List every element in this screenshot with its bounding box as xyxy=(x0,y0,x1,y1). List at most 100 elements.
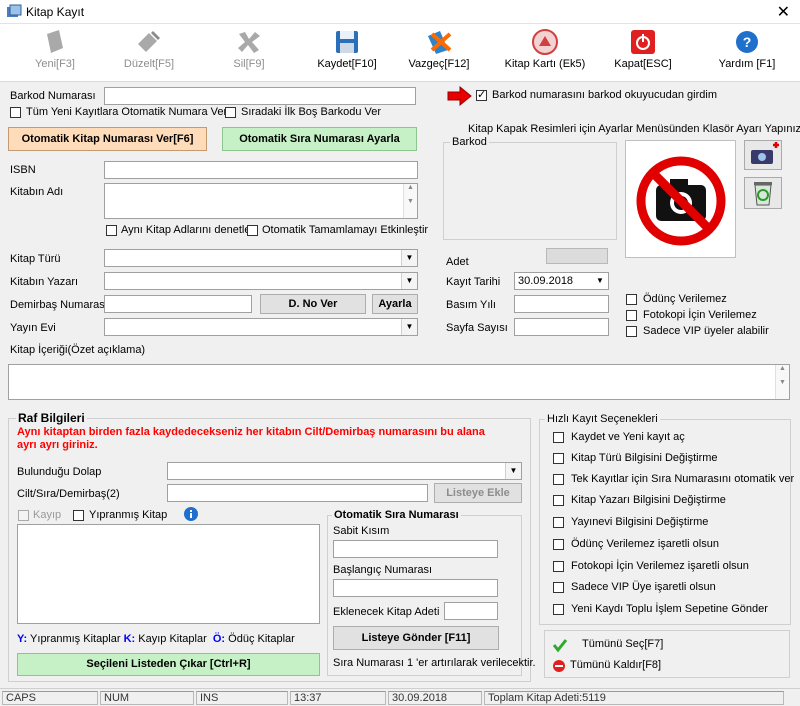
no-copy-label: Fotokopi İçin Verilemez xyxy=(643,309,757,321)
quick-option-checkbox[interactable] xyxy=(553,495,564,506)
print-year-input[interactable] xyxy=(514,295,609,313)
recycle-bin-icon xyxy=(754,182,772,206)
quick-option-label: Kaydet ve Yeni kayıt aç xyxy=(571,431,685,443)
quick-option-checkbox[interactable] xyxy=(553,517,564,528)
camera-add-icon xyxy=(751,142,779,164)
quick-option-checkbox[interactable] xyxy=(553,582,564,593)
quick-option-checkbox[interactable] xyxy=(553,561,564,572)
chevron-down-icon: ▼ xyxy=(401,250,417,266)
book-type-select[interactable]: ▼ xyxy=(104,249,418,267)
title-bar: Kitap Kayıt ✕ xyxy=(0,0,800,24)
delete-icon xyxy=(238,32,260,53)
cancel-button[interactable]: Vazgeç[F12] xyxy=(394,28,484,80)
edit-icon xyxy=(138,31,160,52)
remove-icon xyxy=(553,660,565,672)
next-empty-barcode-checkbox[interactable] xyxy=(225,107,236,118)
content-textarea[interactable]: ▲ ▼ xyxy=(8,364,790,400)
isbn-input[interactable] xyxy=(104,161,418,179)
info-icon[interactable] xyxy=(183,506,199,522)
no-lend-checkbox[interactable] xyxy=(626,294,637,305)
no-copy-checkbox[interactable] xyxy=(626,310,637,321)
new-label: Yeni[F3] xyxy=(35,58,75,70)
close-button[interactable]: Kapat[ESC] xyxy=(598,28,688,80)
add-to-list-button[interactable]: Listeye Ekle xyxy=(434,483,522,503)
book-count-input[interactable] xyxy=(444,602,498,620)
content-scrollbar[interactable]: ▲ ▼ xyxy=(775,365,789,399)
quick-option-checkbox[interactable] xyxy=(553,474,564,485)
status-total: Toplam Kitap Adeti:5119 xyxy=(484,691,784,705)
help-label: Yardım [F1] xyxy=(718,58,776,70)
worn-label: Yıpranmış Kitap xyxy=(89,509,168,521)
arrow-right-icon xyxy=(447,86,472,106)
status-ins: INS xyxy=(196,691,288,705)
isbn-label: ISBN xyxy=(10,164,36,176)
chevron-down-icon: ▼ xyxy=(401,319,417,335)
check-same-title-checkbox[interactable] xyxy=(106,225,117,236)
app-icon xyxy=(7,4,22,17)
shelf-warning: Aynı kitaptan birden fazla kaydedeceksen… xyxy=(17,426,485,451)
help-icon: ? xyxy=(736,31,758,53)
cabinet-select[interactable]: ▼ xyxy=(167,462,522,480)
remove-selected-button[interactable]: Seçileni Listeden Çıkar [Ctrl+R] xyxy=(17,653,320,676)
publisher-select[interactable]: ▼ xyxy=(104,318,418,336)
content-label: Kitap İçeriği(Özet açıklama) xyxy=(10,344,146,356)
barcode-input[interactable] xyxy=(104,87,416,105)
adjust-button[interactable]: Ayarla xyxy=(372,294,418,314)
quick-option-label: Yayınevi Bilgisini Değiştirme xyxy=(571,516,709,528)
title-input[interactable]: ▲ ▼ xyxy=(104,183,418,219)
delete-photo-button[interactable] xyxy=(744,177,782,209)
auto-sequence-button[interactable]: Otomatik Sıra Numarası Ayarla xyxy=(222,127,417,151)
add-photo-button[interactable] xyxy=(744,140,782,170)
volume-list[interactable] xyxy=(17,524,320,624)
barcode-label: Barkod Numarası xyxy=(10,90,96,102)
d-no-button[interactable]: D. No Ver xyxy=(260,294,366,314)
chevron-down-icon: ▼ xyxy=(505,463,521,479)
book-card-button[interactable]: Kitap Kartı (Ek5) xyxy=(500,28,590,80)
legend-k: Kayıp Kitaplar xyxy=(138,633,207,645)
quick-option-checkbox[interactable] xyxy=(553,453,564,464)
auto-book-number-button[interactable]: Otomatik Kitap Numarası Ver[F6] xyxy=(8,127,207,151)
auto-number-all-label: Tüm Yeni Kayıtlara Otomatik Numara Ver xyxy=(26,106,228,118)
volume-input[interactable] xyxy=(167,484,428,502)
vip-only-checkbox[interactable] xyxy=(626,326,637,337)
autocomplete-label: Otomatik Tamamlamayı Etkinleştir xyxy=(262,224,429,236)
cabinet-label: Bulunduğu Dolap xyxy=(17,466,102,478)
legend-y-key: Y: xyxy=(17,633,28,645)
pages-input[interactable] xyxy=(514,318,609,336)
pages-label: Sayfa Sayısı xyxy=(446,322,508,334)
chevron-down-icon: ▼ xyxy=(592,273,608,289)
count-field xyxy=(546,248,608,264)
edit-button[interactable]: Düzelt[F5] xyxy=(104,28,194,80)
start-number-input[interactable] xyxy=(333,579,498,597)
worn-checkbox[interactable] xyxy=(73,510,84,521)
date-picker[interactable]: 30.09.2018 ▼ xyxy=(514,272,609,290)
new-icon xyxy=(47,30,63,53)
inventory-input[interactable] xyxy=(104,295,252,313)
auto-number-all-checkbox[interactable] xyxy=(10,107,21,118)
quick-option-label: Sadece VIP Üye işaretli olsun xyxy=(571,581,716,593)
edit-label: Düzelt[F5] xyxy=(123,58,175,70)
lost-checkbox[interactable] xyxy=(18,510,29,521)
next-empty-barcode-label: Sıradaki İlk Boş Barkodu Ver xyxy=(241,106,382,118)
help-button[interactable]: ? Yardım [F1] xyxy=(702,28,792,80)
title-scrollbar[interactable]: ▲ ▼ xyxy=(403,184,417,218)
quick-option-checkbox[interactable] xyxy=(553,539,564,550)
author-select[interactable]: ▼ xyxy=(104,272,418,290)
quick-option-label: Yeni Kaydı Toplu İşlem Sepetine Gönder xyxy=(571,603,768,615)
save-label: Kaydet[F10] xyxy=(317,58,377,70)
start-number-label: Başlangıç Numarası xyxy=(333,564,433,576)
check-same-title-label: Aynı Kitap Adlarını denetle xyxy=(121,224,251,236)
autocomplete-checkbox[interactable] xyxy=(247,225,258,236)
save-button[interactable]: Kaydet[F10] xyxy=(302,28,392,80)
quick-option-label: Tek Kayıtlar için Sıra Numarasını otomat… xyxy=(571,473,795,485)
send-to-list-button[interactable]: Listeye Gönder [F11] xyxy=(333,626,499,650)
new-button[interactable]: Yeni[F3] xyxy=(10,28,100,80)
fixed-part-input[interactable] xyxy=(333,540,498,558)
quick-option-checkbox[interactable] xyxy=(553,432,564,443)
delete-button[interactable]: Sil[F9] xyxy=(204,28,294,80)
auto-seq-title: Otomatik Sıra Numarası xyxy=(332,509,461,521)
quick-option-checkbox[interactable] xyxy=(553,604,564,615)
close-icon[interactable]: ✕ xyxy=(777,2,790,21)
barcode-reader-checkbox[interactable] xyxy=(476,88,487,101)
date-value: 30.09.2018 xyxy=(518,275,574,287)
